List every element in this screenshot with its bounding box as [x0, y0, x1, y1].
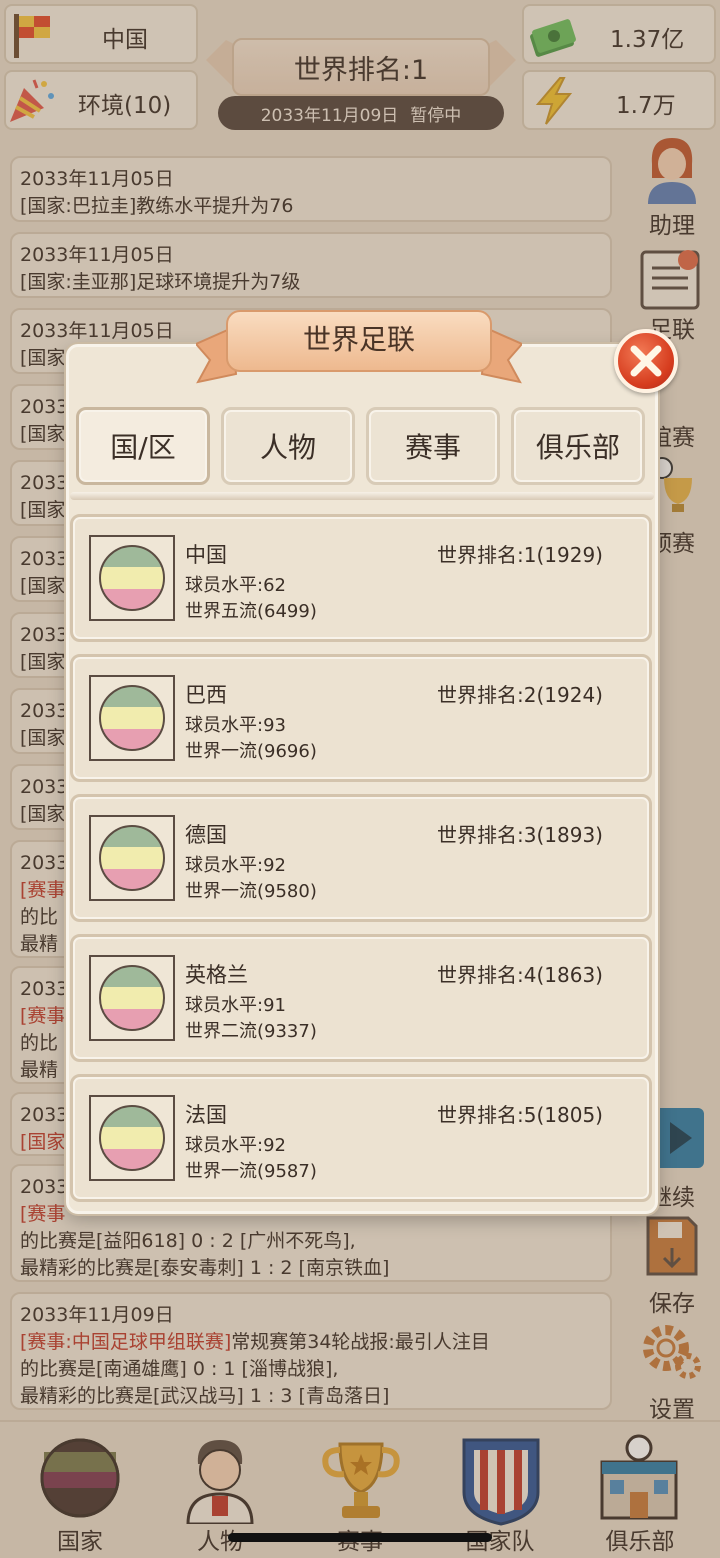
country-tier: 世界一流(9587): [185, 1161, 317, 1182]
country-tier: 世界二流(9337): [185, 1021, 317, 1042]
country-card[interactable]: 法国 球员水平:92 世界一流(9587) 世界排名:5(1805): [70, 1074, 652, 1202]
dialog-title: 世界足联: [302, 323, 415, 356]
world-rank: 世界排名:3(1893): [437, 823, 603, 847]
tab-country-region[interactable]: 国/区: [76, 407, 210, 485]
country-flag-frame: [89, 535, 175, 621]
world-rank: 世界排名:5(1805): [437, 1103, 603, 1127]
dialog-title-ribbon: 世界足联: [196, 300, 522, 392]
world-rank: 世界排名:4(1863): [437, 963, 603, 987]
country-tier: 世界五流(6499): [185, 601, 317, 622]
world-rank: 世界排名:2(1924): [437, 683, 603, 707]
country-flag-icon: [99, 825, 165, 891]
tab-people[interactable]: 人物: [221, 407, 355, 485]
country-flag-frame: [89, 1095, 175, 1181]
close-button[interactable]: [614, 329, 678, 393]
tab-events[interactable]: 赛事: [366, 407, 500, 485]
country-name: 法国: [185, 1103, 227, 1127]
tab-club[interactable]: 俱乐部: [511, 407, 645, 485]
country-tier: 世界一流(9580): [185, 881, 317, 902]
country-tier: 世界一流(9696): [185, 741, 317, 762]
player-level: 球员水平:92: [185, 855, 286, 876]
player-level: 球员水平:91: [185, 995, 286, 1016]
country-name: 巴西: [185, 683, 227, 707]
country-name: 德国: [185, 823, 227, 847]
country-flag-frame: [89, 675, 175, 761]
country-name: 中国: [185, 543, 227, 567]
country-flag-icon: [99, 545, 165, 611]
country-card[interactable]: 中国 球员水平:62 世界五流(6499) 世界排名:1(1929): [70, 514, 652, 642]
home-indicator[interactable]: [228, 1533, 492, 1542]
close-icon: [630, 345, 662, 377]
player-level: 球员水平:92: [185, 1135, 286, 1156]
player-level: 球员水平:62: [185, 575, 286, 596]
country-flag-icon: [99, 1105, 165, 1171]
world-rank: 世界排名:1(1929): [437, 543, 603, 567]
country-flag-icon: [99, 965, 165, 1031]
country-flag-frame: [89, 955, 175, 1041]
country-flag-frame: [89, 815, 175, 901]
player-level: 球员水平:93: [185, 715, 286, 736]
tab-divider: [70, 492, 654, 500]
country-name: 英格兰: [185, 963, 248, 987]
country-card[interactable]: 英格兰 球员水平:91 世界二流(9337) 世界排名:4(1863): [70, 934, 652, 1062]
country-flag-icon: [99, 685, 165, 751]
country-card[interactable]: 德国 球员水平:92 世界一流(9580) 世界排名:3(1893): [70, 794, 652, 922]
country-card[interactable]: 巴西 球员水平:93 世界一流(9696) 世界排名:2(1924): [70, 654, 652, 782]
